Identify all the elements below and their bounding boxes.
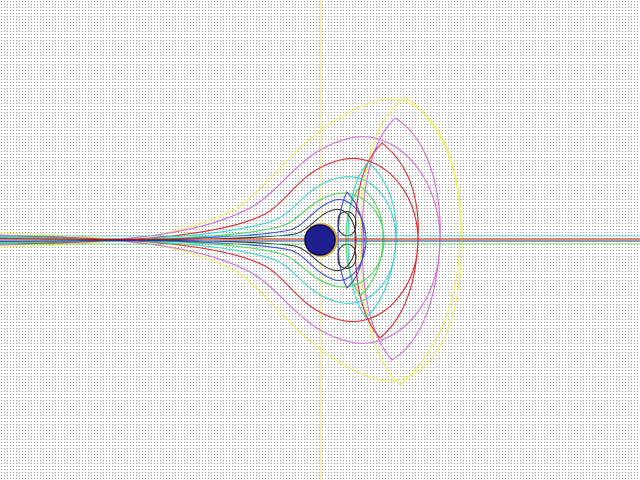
central-body <box>304 224 336 256</box>
field-line-plot <box>0 0 640 480</box>
plot-canvas <box>0 0 640 480</box>
